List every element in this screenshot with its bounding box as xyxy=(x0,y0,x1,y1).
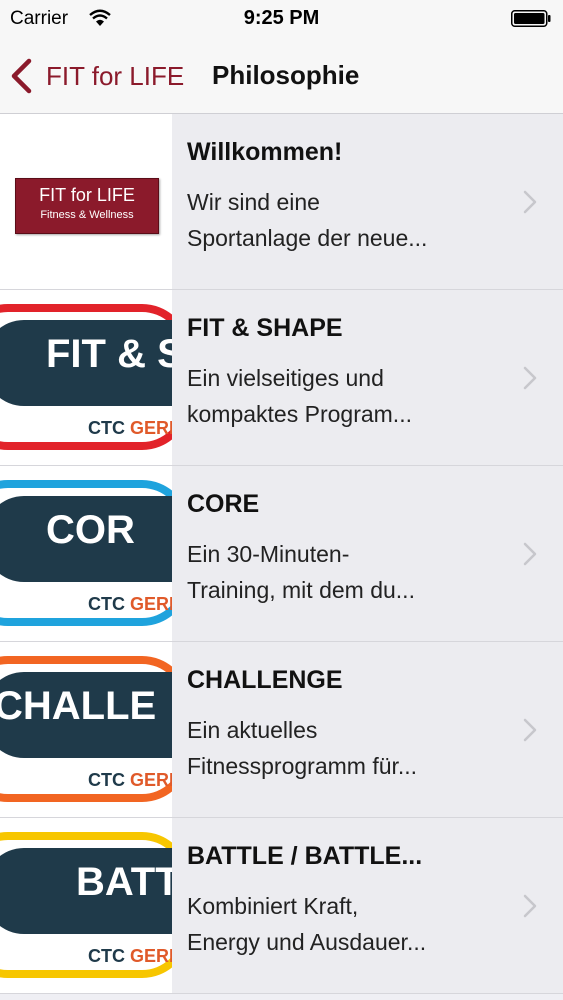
item-description: Ein aktuelles Fitnessprogramm für... xyxy=(187,712,487,784)
badge-word: CHALLE xyxy=(0,684,157,728)
fit-for-life-logo: FIT for LIFE Fitness & Wellness xyxy=(15,178,159,234)
list-item-battle[interactable]: BATT CTC GERM BATTLE / BATTLE... Kombini… xyxy=(0,818,563,994)
clock-label: 9:25 PM xyxy=(243,7,320,29)
item-title: FIT & SHAPE xyxy=(187,314,343,342)
item-description-line1: Kombiniert Kraft, xyxy=(187,893,359,919)
badge-ctc-2: GERM xyxy=(130,594,172,614)
program-badge: COR CTC GERM xyxy=(0,480,172,626)
chevron-right-icon xyxy=(523,366,537,390)
item-description-line1: Ein 30-Minuten- xyxy=(187,541,350,567)
item-description-line2: Sportanlage der neue... xyxy=(187,225,428,251)
status-bar: Carrier 9:25 PM xyxy=(0,0,563,38)
badge-ctc-1: CTC xyxy=(88,418,125,438)
badge-ctc-1: CTC xyxy=(88,770,125,790)
badge-ctc-1: CTC xyxy=(88,594,125,614)
item-description-line2: Training, mit dem du... xyxy=(187,577,415,603)
item-description-line1: Wir sind eine xyxy=(187,189,320,215)
list-item-challenge[interactable]: CHALLE CTC GERM CHALLENGE Ein aktuelles … xyxy=(0,642,563,818)
item-title: CORE xyxy=(187,490,260,518)
badge-ctc-2: GERM xyxy=(130,946,172,966)
item-thumbnail: FIT for LIFE Fitness & Wellness xyxy=(0,114,172,289)
badge-word: BATT xyxy=(76,860,172,904)
item-description-line1: Ein vielseitiges und xyxy=(187,365,384,391)
item-thumbnail: BATT CTC GERM xyxy=(0,818,172,993)
badge-word: FIT & SI xyxy=(46,332,172,376)
chevron-right-icon xyxy=(523,542,537,566)
philosophy-list: FIT for LIFE Fitness & Wellness Willkomm… xyxy=(0,114,563,994)
item-title: CHALLENGE xyxy=(187,666,343,694)
list-item-fit-shape[interactable]: FIT & SI CTC GERM FIT & SHAPE Ein vielse… xyxy=(0,290,563,466)
program-badge: CHALLE CTC GERM xyxy=(0,656,172,802)
battery-icon xyxy=(511,10,551,27)
badge-ctc-text: CTC GERM xyxy=(88,946,172,967)
list-item-core[interactable]: COR CTC GERM CORE Ein 30-Minuten- Traini… xyxy=(0,466,563,642)
badge-ctc-text: CTC GERM xyxy=(88,594,172,615)
chevron-right-icon xyxy=(523,718,537,742)
logo-subtitle: Fitness & Wellness xyxy=(40,209,134,221)
item-description: Wir sind eine Sportanlage der neue... xyxy=(187,184,487,256)
item-title: BATTLE / BATTLE... xyxy=(187,842,423,870)
program-badge: BATT CTC GERM xyxy=(0,832,172,978)
badge-ctc-1: CTC xyxy=(88,946,125,966)
logo-title: FIT for LIFE xyxy=(39,185,135,205)
list-item-willkommen[interactable]: FIT for LIFE Fitness & Wellness Willkomm… xyxy=(0,114,563,290)
page-title: Philosophie xyxy=(212,60,360,90)
item-description: Ein vielseitiges und kompaktes Program..… xyxy=(187,360,487,432)
badge-ctc-text: CTC GERM xyxy=(88,418,172,439)
badge-word: COR xyxy=(46,508,135,552)
item-description: Ein 30-Minuten- Training, mit dem du... xyxy=(187,536,487,608)
back-button[interactable]: FIT for LIFE xyxy=(10,56,184,96)
program-badge: FIT & SI CTC GERM xyxy=(0,304,172,450)
item-thumbnail: COR CTC GERM xyxy=(0,466,172,641)
badge-ctc-text: CTC GERM xyxy=(88,770,172,791)
item-description-line1: Ein aktuelles xyxy=(187,717,318,743)
item-thumbnail: CHALLE CTC GERM xyxy=(0,642,172,817)
item-description-line2: Energy und Ausdauer... xyxy=(187,929,427,955)
back-button-label: FIT for LIFE xyxy=(46,60,185,91)
item-description: Kombiniert Kraft, Energy und Ausdauer... xyxy=(187,888,487,960)
chevron-right-icon xyxy=(523,894,537,918)
badge-ctc-2: GERM xyxy=(130,418,172,438)
navigation-bar: FIT for LIFE Philosophie xyxy=(0,38,563,114)
chevron-left-icon xyxy=(11,58,32,94)
item-description-line2: Fitnessprogramm für... xyxy=(187,753,418,779)
badge-ctc-2: GERM xyxy=(130,770,172,790)
item-thumbnail: FIT & SI CTC GERM xyxy=(0,290,172,465)
item-title: Willkommen! xyxy=(187,138,343,166)
chevron-right-icon xyxy=(523,190,537,214)
item-description-line2: kompaktes Program... xyxy=(187,401,412,427)
